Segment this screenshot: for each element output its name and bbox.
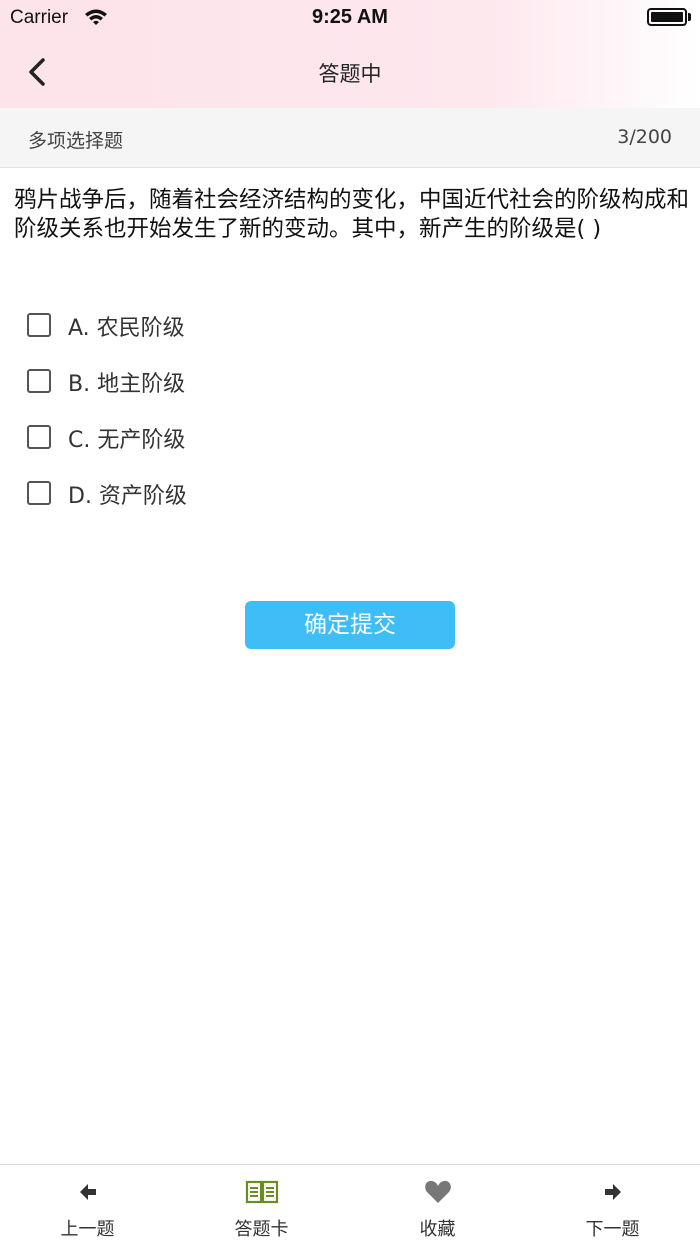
tab-label: 下一题 [585,1219,640,1240]
question-type-label: 多项选择题 [28,130,124,152]
option-label: C. 无产阶级 [68,428,186,453]
question-progress: 3/200 [617,126,672,148]
checkbox[interactable] [27,481,51,505]
clock: 9:25 AM [312,6,388,28]
battery-icon [647,8,687,26]
option-label: A. 农民阶级 [68,316,185,341]
tab-answer-card[interactable]: 答题卡 [175,1165,348,1245]
option-label: D. 资产阶级 [68,484,187,509]
navigation-bar: 答题中 [0,36,700,108]
tab-next-question[interactable]: 下一题 [525,1165,700,1245]
battery-tip [688,13,691,21]
option-label: B. 地主阶级 [68,372,186,397]
checkbox[interactable] [27,313,51,337]
tab-previous-question[interactable]: 上一题 [0,1165,175,1245]
tab-label: 答题卡 [234,1219,289,1240]
arrow-right-icon [525,1179,700,1205]
checkbox[interactable] [27,369,51,393]
bottom-tab-bar: 上一题 答题卡 收藏 下一题 [0,1164,700,1244]
tab-favorite[interactable]: 收藏 [350,1165,525,1245]
tab-label: 收藏 [419,1219,456,1240]
question-text: 鸦片战争后，随着社会经济结构的变化，中国近代社会的阶级构成和阶级关系也开始发生了… [14,187,690,242]
arrow-left-icon [0,1179,175,1205]
status-bar: Carrier 9:25 AM [0,0,700,36]
question-header: 多项选择题 3/200 [0,108,700,168]
submit-button[interactable]: 确定提交 [245,601,455,649]
open-book-icon [175,1179,348,1205]
tab-label: 上一题 [60,1219,115,1240]
page-title: 答题中 [318,62,382,86]
checkbox[interactable] [27,425,51,449]
heart-icon [350,1179,525,1205]
